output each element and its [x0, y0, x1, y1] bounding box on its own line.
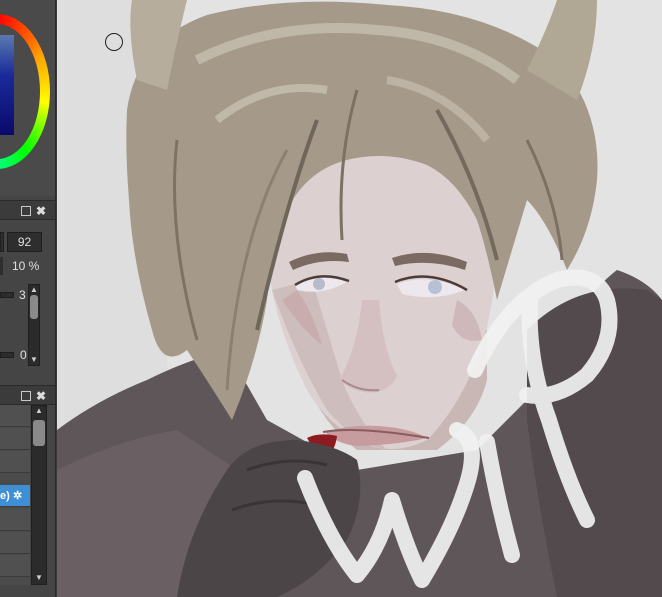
brush-size-slider[interactable]	[0, 232, 4, 252]
layer-row[interactable]	[0, 509, 30, 531]
saturation-value-square[interactable]	[0, 35, 14, 135]
setting-bottom-value: 0	[20, 348, 27, 362]
selected-layer-label: e)	[0, 490, 10, 502]
drawing-canvas[interactable]	[57, 0, 662, 597]
setting-slider-bottom[interactable]	[0, 352, 14, 358]
artwork-illustration	[57, 0, 662, 597]
tool-property-scrollbar[interactable]: ▲ ▼	[28, 284, 40, 366]
scroll-up-arrow-icon[interactable]: ▲	[35, 407, 43, 415]
color-picker-panel	[0, 0, 55, 196]
layer-row[interactable]	[0, 428, 30, 450]
brush-size-field[interactable]: 92	[7, 232, 42, 252]
opacity-value[interactable]: 10 %	[12, 259, 39, 273]
close-icon[interactable]: ✖	[36, 389, 46, 403]
layers-panel-header: ✖	[0, 385, 55, 405]
undock-icon[interactable]	[21, 206, 31, 216]
scroll-down-arrow-icon[interactable]: ▼	[35, 574, 43, 582]
paint-app-window: ✖ 92 10 % 3 0 ▲ ▼ ✖ e) ✲ ▲ ▼	[0, 0, 662, 597]
setting-slider-top[interactable]	[0, 292, 14, 298]
layer-row[interactable]	[0, 532, 30, 554]
layer-row[interactable]	[0, 555, 30, 577]
layer-row[interactable]	[0, 451, 30, 473]
brush-cursor	[105, 33, 123, 51]
layer-settings-gear-icon[interactable]: ✲	[13, 485, 22, 507]
layers-scrollbar[interactable]: ▲ ▼	[31, 405, 47, 585]
layers-list: e) ✲	[0, 405, 30, 585]
opacity-slider[interactable]	[0, 257, 3, 275]
scroll-thumb[interactable]	[33, 420, 45, 446]
setting-top-value: 3	[19, 288, 26, 302]
scroll-down-arrow-icon[interactable]: ▼	[30, 356, 38, 364]
layer-row[interactable]	[0, 405, 30, 427]
scroll-up-arrow-icon[interactable]: ▲	[30, 286, 38, 294]
scroll-thumb[interactable]	[30, 295, 38, 319]
left-tool-panel: ✖ 92 10 % 3 0 ▲ ▼ ✖ e) ✲ ▲ ▼	[0, 0, 56, 597]
undock-icon[interactable]	[21, 391, 31, 401]
layer-row-selected[interactable]: e) ✲	[0, 485, 30, 507]
close-icon[interactable]: ✖	[36, 204, 46, 218]
tool-property-panel-header: ✖	[0, 200, 55, 220]
